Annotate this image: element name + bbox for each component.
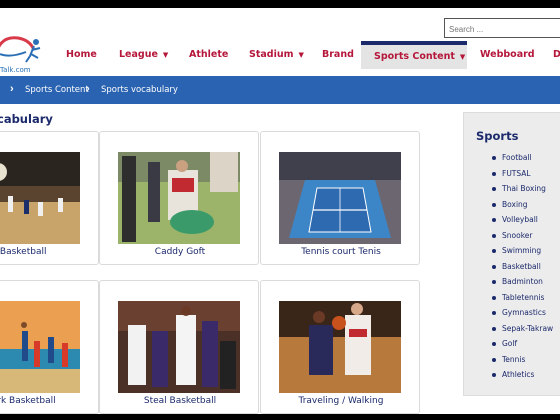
nav-label: Webboard [480,49,535,60]
page-title: cabulary [0,112,53,126]
nav-label: Athlete [189,49,229,60]
chevron-down-icon: ▼ [298,51,304,59]
sidebar-item-snooker[interactable]: Snooker [492,231,553,247]
sidebar-item-golf[interactable]: Golf [492,339,553,355]
vocab-card[interactable]: t Basketball [0,131,99,265]
card-image-caddy[interactable] [118,152,240,244]
nav-item-athlete[interactable]: Athlete [189,41,228,69]
sidebar-item-basketball[interactable]: Basketball [492,262,553,278]
nav-item-home[interactable]: Home [66,41,97,69]
main-nav: Home League ▼ Athlete Stadium ▼ Brand Spor… [0,41,560,69]
vocab-card[interactable]: work Basketball [0,280,99,414]
card-image-basketball-teamwork[interactable] [0,301,80,393]
sidebar-item-boxing[interactable]: Boxing [492,200,553,216]
nav-item-sports-content[interactable]: Sports Content ▼ [361,41,467,69]
chevron-right-icon: › [10,83,14,95]
card-label[interactable]: Traveling / Walking [261,396,421,406]
card-image-steal-basketball[interactable] [118,301,240,393]
sidebar-item-sepak-takraw[interactable]: Sepak-Takraw [492,324,553,340]
page: Talk.com Home League▼ Athlete Stadium▼ B… [0,8,560,414]
chevron-down-icon: ▼ [162,51,169,59]
card-label[interactable]: Tennis court Tenis [261,247,421,257]
nav-label: Brand [322,49,354,60]
vocab-card[interactable]: Steal Basketball [99,280,259,414]
nav-label: Sports Content [374,51,455,62]
sidebar-item-tabletennis[interactable]: Tabletennis [492,293,553,309]
nav-item-stadium[interactable]: Stadium ▼ [249,41,304,69]
card-label[interactable]: Steal Basketball [100,396,260,406]
site-header: Talk.com Home League▼ Athlete Stadium▼ B… [0,8,560,76]
breadcrumb: › Sports Content › Sports vocabulary [0,76,560,104]
nav-label: Home [66,49,97,60]
vocab-card[interactable]: Traveling / Walking [260,280,420,414]
card-label[interactable]: t Basketball [0,247,100,257]
chevron-down-icon: ▼ [459,53,466,61]
breadcrumb-item-sports-vocabulary: Sports vocabulary [101,85,178,95]
chevron-right-icon: › [86,83,90,95]
card-image-basketball[interactable] [0,152,80,244]
card-image-tennis-court[interactable] [279,152,401,244]
nav-label: League [119,49,158,60]
nav-item-league[interactable]: League ▼ [119,41,168,69]
sports-list: Football FUTSAL Thai Boxing Boxing Volle… [492,153,553,386]
search-box[interactable] [444,18,560,39]
nav-label: D [553,49,560,60]
card-label[interactable]: Caddy Goft [100,247,260,257]
search-input[interactable] [445,20,560,39]
nav-label: Stadium [249,49,294,60]
sidebar-item-football[interactable]: Football [492,153,553,169]
sidebar-item-athletics[interactable]: Athletics [492,370,553,386]
card-image-traveling-walking[interactable] [279,301,401,393]
nav-item-brand[interactable]: Brand [322,41,354,69]
sidebar-item-badminton[interactable]: Badminton [492,277,553,293]
breadcrumb-item-sports-content[interactable]: Sports Content [25,76,89,104]
sidebar-item-thai-boxing[interactable]: Thai Boxing [492,184,553,200]
vocab-card[interactable]: Caddy Goft [99,131,259,265]
sidebar-item-futsal[interactable]: FUTSAL [492,169,553,185]
sidebar-item-swimming[interactable]: Swimming [492,246,553,262]
sidebar-title: Sports [476,129,519,143]
nav-item-d[interactable]: D [553,41,560,69]
sidebar-item-gymnastics[interactable]: Gymnastics [492,308,553,324]
sidebar-item-volleyball[interactable]: Volleyball [492,215,553,231]
vocab-card[interactable]: Tennis court Tenis [260,131,420,265]
nav-item-webboard[interactable]: Webboard [480,41,535,69]
card-label[interactable]: work Basketball [0,396,100,406]
sidebar-item-tennis[interactable]: Tennis [492,355,553,371]
sports-sidebar: Sports Football FUTSAL Thai Boxing Boxin… [463,112,560,396]
